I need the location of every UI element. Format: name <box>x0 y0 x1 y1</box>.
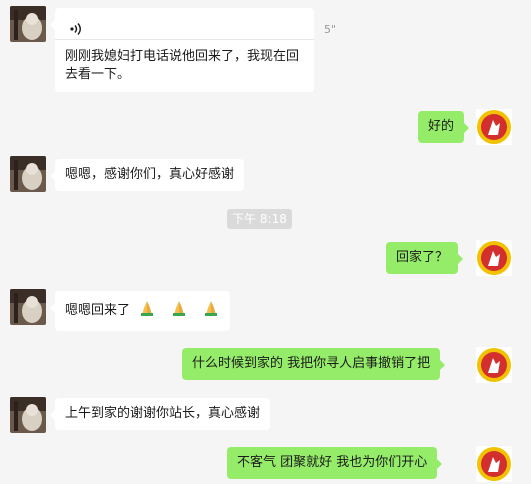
voice-player[interactable] <box>55 16 314 40</box>
message-outgoing[interactable]: 好的 <box>418 111 470 143</box>
message-incoming[interactable]: 嗯嗯回来了 <box>49 291 231 331</box>
red-circle-logo-icon <box>477 110 511 144</box>
contact-avatar-photo <box>10 6 46 42</box>
self-avatar[interactable] <box>476 109 512 145</box>
message-outgoing[interactable]: 回家了？ <box>386 242 464 274</box>
voice-duration: 5" <box>324 23 337 36</box>
contact-avatar[interactable] <box>10 289 46 325</box>
message-outgoing[interactable]: 什么时候到家的 我把你寻人启事撤销了把 <box>182 348 446 380</box>
red-circle-logo-icon <box>477 447 511 481</box>
folded-hands-emoji <box>173 301 186 316</box>
message-incoming[interactable]: 嗯嗯，感谢你们，真心好感谢 <box>49 159 245 191</box>
contact-avatar-photo <box>10 397 46 433</box>
message-voice[interactable]: 刚刚我媳妇打电话说他回来了，我现在回去看一下。 <box>50 8 314 92</box>
contact-avatar[interactable] <box>10 6 46 42</box>
contact-avatar-photo <box>10 156 46 192</box>
folded-hands-emoji <box>141 301 154 316</box>
contact-avatar-photo <box>10 289 46 325</box>
contact-avatar[interactable] <box>10 156 46 192</box>
voice-wave-icon <box>70 23 81 35</box>
folded-hands-emoji <box>205 301 218 316</box>
chat-window: 刚刚我媳妇打电话说他回来了，我现在回去看一下。 5" 好的 嗯嗯，感谢你们，真心… <box>0 0 531 484</box>
message-outgoing[interactable]: 不客气 团聚就好 我也为你们开心 <box>227 447 443 479</box>
message-text: 嗯嗯回来了 <box>65 303 131 318</box>
message-incoming[interactable]: 上午到家的谢谢你站长，真心感谢 <box>49 398 271 430</box>
contact-avatar[interactable] <box>10 397 46 433</box>
red-circle-logo-icon <box>477 241 511 275</box>
red-circle-logo-icon <box>477 348 511 382</box>
self-avatar[interactable] <box>476 446 512 482</box>
message-timestamp: 下午 8:18 <box>227 209 292 229</box>
voice-transcript: 刚刚我媳妇打电话说他回来了，我现在回去看一下。 <box>65 49 300 82</box>
self-avatar[interactable] <box>476 240 512 276</box>
self-avatar[interactable] <box>476 347 512 383</box>
